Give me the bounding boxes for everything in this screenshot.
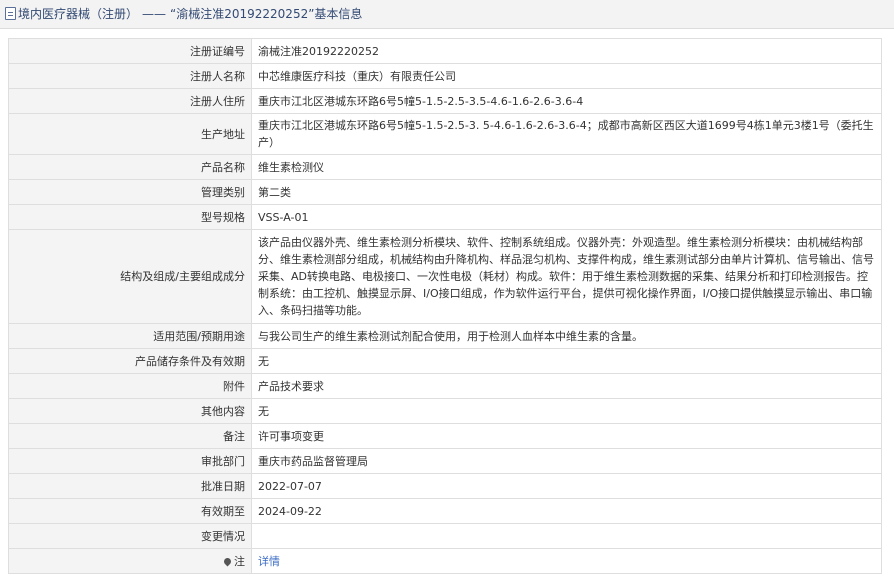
table-row: 备注 许可事项变更 (8, 423, 882, 449)
row-value: 产品技术要求 (251, 373, 882, 399)
header-title: “渝械注准20192220252”基本信息 (170, 7, 363, 21)
row-value: 无 (251, 398, 882, 424)
row-label: 其他内容 (8, 398, 252, 424)
header-separator: —— (142, 7, 167, 21)
table-row: 附件 产品技术要求 (8, 373, 882, 399)
info-table: 注册证编号 渝械注准20192220252 注册人名称 中芯维康医疗科技（重庆）有限… (8, 38, 882, 574)
row-label: 审批部门 (8, 448, 252, 474)
row-value: 许可事项变更 (251, 423, 882, 449)
row-value: 渝械注准20192220252 (251, 38, 882, 64)
row-value: 无 (251, 348, 882, 374)
table-row: 型号规格 VSS-A-01 (8, 204, 882, 230)
row-label: 结构及组成/主要组成成分 (8, 229, 252, 324)
row-value: 第二类 (251, 179, 882, 205)
table-row: 注册人名称 中芯维康医疗科技（重庆）有限责任公司 (8, 63, 882, 89)
table-row: 批准日期 2022-07-07 (8, 473, 882, 499)
header-category: 境内医疗器械（注册） (18, 7, 139, 21)
table-row: 结构及组成/主要组成成分 该产品由仪器外壳、维生素检测分析模块、软件、控制系统组成… (8, 229, 882, 324)
table-row: 适用范围/预期用途 与我公司生产的维生素检测试剂配合使用，用于检测人血样本中维生素… (8, 323, 882, 349)
table-row: 审批部门 重庆市药品监督管理局 (8, 448, 882, 474)
table-row: 注册证编号 渝械注准20192220252 (8, 38, 882, 64)
row-value: 重庆市江北区港城东环路6号5幢5-1.5-2.5-3.5-4.6-1.6-2.6… (251, 88, 882, 114)
row-value: 2024-09-22 (251, 498, 882, 524)
note-label-cell: 注 (8, 548, 252, 574)
table-row: 生产地址 重庆市江北区港城东环路6号5幢5-1.5-2.5-3. 5-4.6-1.… (8, 113, 882, 155)
row-value: 维生素检测仪 (251, 154, 882, 180)
row-label: 产品名称 (8, 154, 252, 180)
details-link[interactable]: 详情 (258, 555, 280, 568)
row-label: 注册人名称 (8, 63, 252, 89)
note-row: 注 详情 (8, 548, 882, 574)
row-label: 型号规格 (8, 204, 252, 230)
row-value: 重庆市江北区港城东环路6号5幢5-1.5-2.5-3. 5-4.6-1.6-2.… (251, 113, 882, 155)
row-label: 产品储存条件及有效期 (8, 348, 252, 374)
row-value: VSS-A-01 (251, 204, 882, 230)
row-value: 该产品由仪器外壳、维生素检测分析模块、软件、控制系统组成。仪器外壳：外观造型。维… (251, 229, 882, 324)
row-label: 注册证编号 (8, 38, 252, 64)
row-label: 注册人住所 (8, 88, 252, 114)
row-label: 批准日期 (8, 473, 252, 499)
page-header: 境内医疗器械（注册） —— “渝械注准20192220252”基本信息 (0, 0, 894, 29)
table-row: 管理类别 第二类 (8, 179, 882, 205)
row-value: 重庆市药品监督管理局 (251, 448, 882, 474)
row-value: 中芯维康医疗科技（重庆）有限责任公司 (251, 63, 882, 89)
table-row: 变更情况 (8, 523, 882, 549)
note-value-cell: 详情 (251, 548, 882, 574)
pin-icon (222, 556, 233, 566)
row-label: 变更情况 (8, 523, 252, 549)
row-value: 2022-07-07 (251, 473, 882, 499)
table-row: 注册人住所 重庆市江北区港城东环路6号5幢5-1.5-2.5-3.5-4.6-1.… (8, 88, 882, 114)
note-label: 注 (234, 554, 245, 568)
row-label: 适用范围/预期用途 (8, 323, 252, 349)
table-row: 产品储存条件及有效期无 (8, 348, 882, 374)
row-label: 附件 (8, 373, 252, 399)
table-row: 有效期至 2024-09-22 (8, 498, 882, 524)
row-value (251, 523, 882, 549)
row-label: 备注 (8, 423, 252, 449)
row-label: 生产地址 (8, 113, 252, 155)
document-icon (5, 7, 16, 20)
row-label: 有效期至 (8, 498, 252, 524)
row-value: 与我公司生产的维生素检测试剂配合使用，用于检测人血样本中维生素的含量。 (251, 323, 882, 349)
table-row: 产品名称 维生素检测仪 (8, 154, 882, 180)
row-label: 管理类别 (8, 179, 252, 205)
table-row: 其他内容无 (8, 398, 882, 424)
